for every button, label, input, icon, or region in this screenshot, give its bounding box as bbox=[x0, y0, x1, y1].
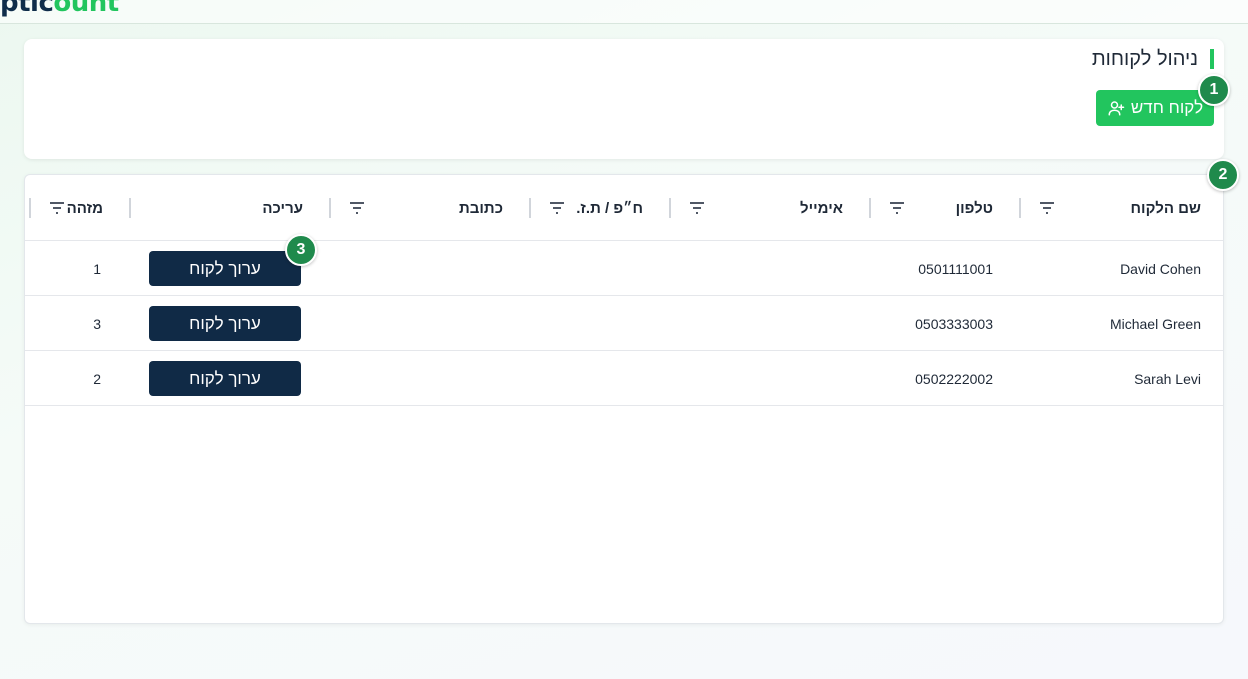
cell-address bbox=[329, 296, 529, 351]
column-separator[interactable] bbox=[129, 198, 131, 218]
cell-email bbox=[669, 241, 869, 296]
top-bar: pticount bbox=[0, 0, 1248, 24]
cell-name: David Cohen bbox=[1120, 260, 1201, 277]
customers-table: שם הלקוח טלפון אימייל ח״פ / ת.ז. כתובת ע… bbox=[24, 174, 1224, 624]
filter-icon[interactable] bbox=[49, 201, 65, 215]
cell-phone: 0501111001 bbox=[918, 260, 993, 277]
step-badge-2: 2 bbox=[1207, 159, 1239, 191]
page-title: ניהול לקוחות bbox=[1092, 49, 1214, 69]
cell-company-id bbox=[529, 351, 669, 406]
cell-name: Sarah Levi bbox=[1134, 370, 1201, 387]
cell-email bbox=[669, 296, 869, 351]
column-header-id[interactable]: מזהה bbox=[29, 175, 129, 241]
filter-icon[interactable] bbox=[1039, 201, 1055, 215]
column-header-edit-label: עריכה bbox=[262, 199, 303, 217]
column-separator[interactable] bbox=[669, 198, 671, 218]
column-separator[interactable] bbox=[29, 198, 31, 218]
column-header-name-label: שם הלקוח bbox=[1130, 199, 1201, 217]
column-header-edit: עריכה bbox=[129, 175, 329, 241]
page-header-card: ניהול לקוחות לקוח חדש bbox=[24, 39, 1224, 159]
column-header-email-label: אימייל bbox=[800, 199, 843, 217]
column-separator[interactable] bbox=[329, 198, 331, 218]
filter-icon[interactable] bbox=[889, 201, 905, 215]
cell-address bbox=[329, 241, 529, 296]
column-header-name[interactable]: שם הלקוח bbox=[1019, 175, 1223, 241]
table-row: David Cohen 0501111001 ערוך לקוח 1 bbox=[25, 241, 1223, 296]
new-customer-button[interactable]: לקוח חדש bbox=[1096, 90, 1214, 126]
filter-icon[interactable] bbox=[689, 201, 705, 215]
edit-customer-button[interactable]: ערוך לקוח bbox=[149, 361, 301, 396]
column-header-address-label: כתובת bbox=[459, 199, 503, 217]
edit-customer-button[interactable]: ערוך לקוח bbox=[149, 251, 301, 286]
logo-part-1: ptic bbox=[0, 0, 54, 18]
column-header-email[interactable]: אימייל bbox=[669, 175, 869, 241]
logo-part-2: ount bbox=[53, 0, 119, 18]
cell-id: 1 bbox=[93, 260, 101, 277]
column-header-id-label: מזהה bbox=[66, 199, 103, 217]
column-header-company-id-label: ח״פ / ת.ז. bbox=[576, 199, 643, 217]
table-header: שם הלקוח טלפון אימייל ח״פ / ת.ז. כתובת ע… bbox=[25, 175, 1223, 241]
column-header-address[interactable]: כתובת bbox=[329, 175, 529, 241]
column-separator[interactable] bbox=[529, 198, 531, 218]
filter-icon[interactable] bbox=[349, 201, 365, 215]
column-header-phone[interactable]: טלפון bbox=[869, 175, 1019, 241]
edit-customer-button[interactable]: ערוך לקוח bbox=[149, 306, 301, 341]
cell-id: 3 bbox=[93, 315, 101, 332]
app-logo[interactable]: pticount bbox=[0, 0, 119, 18]
filter-icon[interactable] bbox=[549, 201, 565, 215]
cell-name: Michael Green bbox=[1109, 315, 1201, 332]
cell-company-id bbox=[529, 296, 669, 351]
new-customer-label: לקוח חדש bbox=[1130, 98, 1204, 117]
column-header-phone-label: טלפון bbox=[955, 199, 993, 217]
cell-email bbox=[669, 351, 869, 406]
step-badge-1: 1 bbox=[1198, 74, 1230, 106]
cell-phone: 0502222002 bbox=[915, 370, 993, 387]
cell-company-id bbox=[529, 241, 669, 296]
column-header-company-id[interactable]: ח״פ / ת.ז. bbox=[529, 175, 669, 241]
column-separator[interactable] bbox=[869, 198, 871, 218]
cell-id: 2 bbox=[93, 370, 101, 387]
table-row: Sarah Levi 0502222002 ערוך לקוח 2 bbox=[25, 351, 1223, 406]
user-plus-icon bbox=[1108, 101, 1125, 116]
cell-address bbox=[329, 351, 529, 406]
column-separator[interactable] bbox=[1019, 198, 1021, 218]
step-badge-3: 3 bbox=[285, 234, 317, 266]
cell-phone: 0503333003 bbox=[915, 315, 993, 332]
table-row: Michael Green 0503333003 ערוך לקוח 3 bbox=[25, 296, 1223, 351]
